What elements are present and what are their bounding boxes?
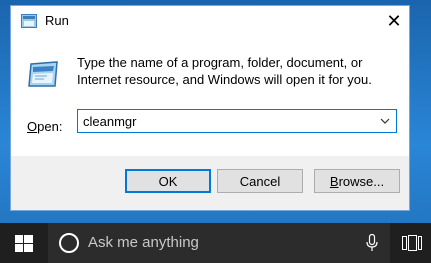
cortana-circle-icon [59, 233, 79, 253]
run-dialog: Run ✕ Type the name of a program, folder… [10, 5, 410, 211]
task-view-button[interactable] [390, 223, 431, 263]
window-title: Run [45, 13, 69, 28]
run-icon [25, 58, 61, 90]
open-input[interactable] [78, 110, 373, 132]
browse-button[interactable]: Browse... [314, 169, 400, 193]
browse-accesskey: B [329, 173, 339, 189]
dialog-description: Type the name of a program, folder, docu… [77, 55, 372, 87]
title-bar[interactable]: Run ✕ [11, 6, 409, 36]
dialog-content: Type the name of a program, folder, docu… [11, 36, 409, 156]
start-button[interactable] [0, 223, 48, 263]
cancel-button-label: Cancel [239, 173, 281, 189]
windows-logo-icon [15, 235, 33, 252]
close-icon: ✕ [386, 10, 402, 32]
chevron-down-icon[interactable] [377, 114, 393, 128]
browse-label-rest: rowse... [338, 173, 385, 189]
cortana-search-box[interactable]: Ask me anything [48, 223, 390, 263]
microphone-icon[interactable] [366, 233, 378, 252]
open-label: Open: [27, 119, 62, 134]
search-placeholder: Ask me anything [88, 234, 199, 251]
task-view-icon [402, 235, 422, 251]
ok-button-label: OK [158, 173, 178, 189]
taskbar: Ask me anything [0, 223, 431, 263]
open-label-text: pen: [37, 119, 63, 134]
run-icon [21, 14, 37, 28]
close-button[interactable]: ✕ [379, 6, 409, 36]
cancel-button[interactable]: Cancel [217, 169, 303, 193]
browse-button-label: Browse... [330, 174, 384, 189]
open-combobox[interactable] [77, 109, 397, 133]
ok-button[interactable]: OK [125, 169, 211, 193]
open-label-accesskey: O [27, 119, 38, 134]
